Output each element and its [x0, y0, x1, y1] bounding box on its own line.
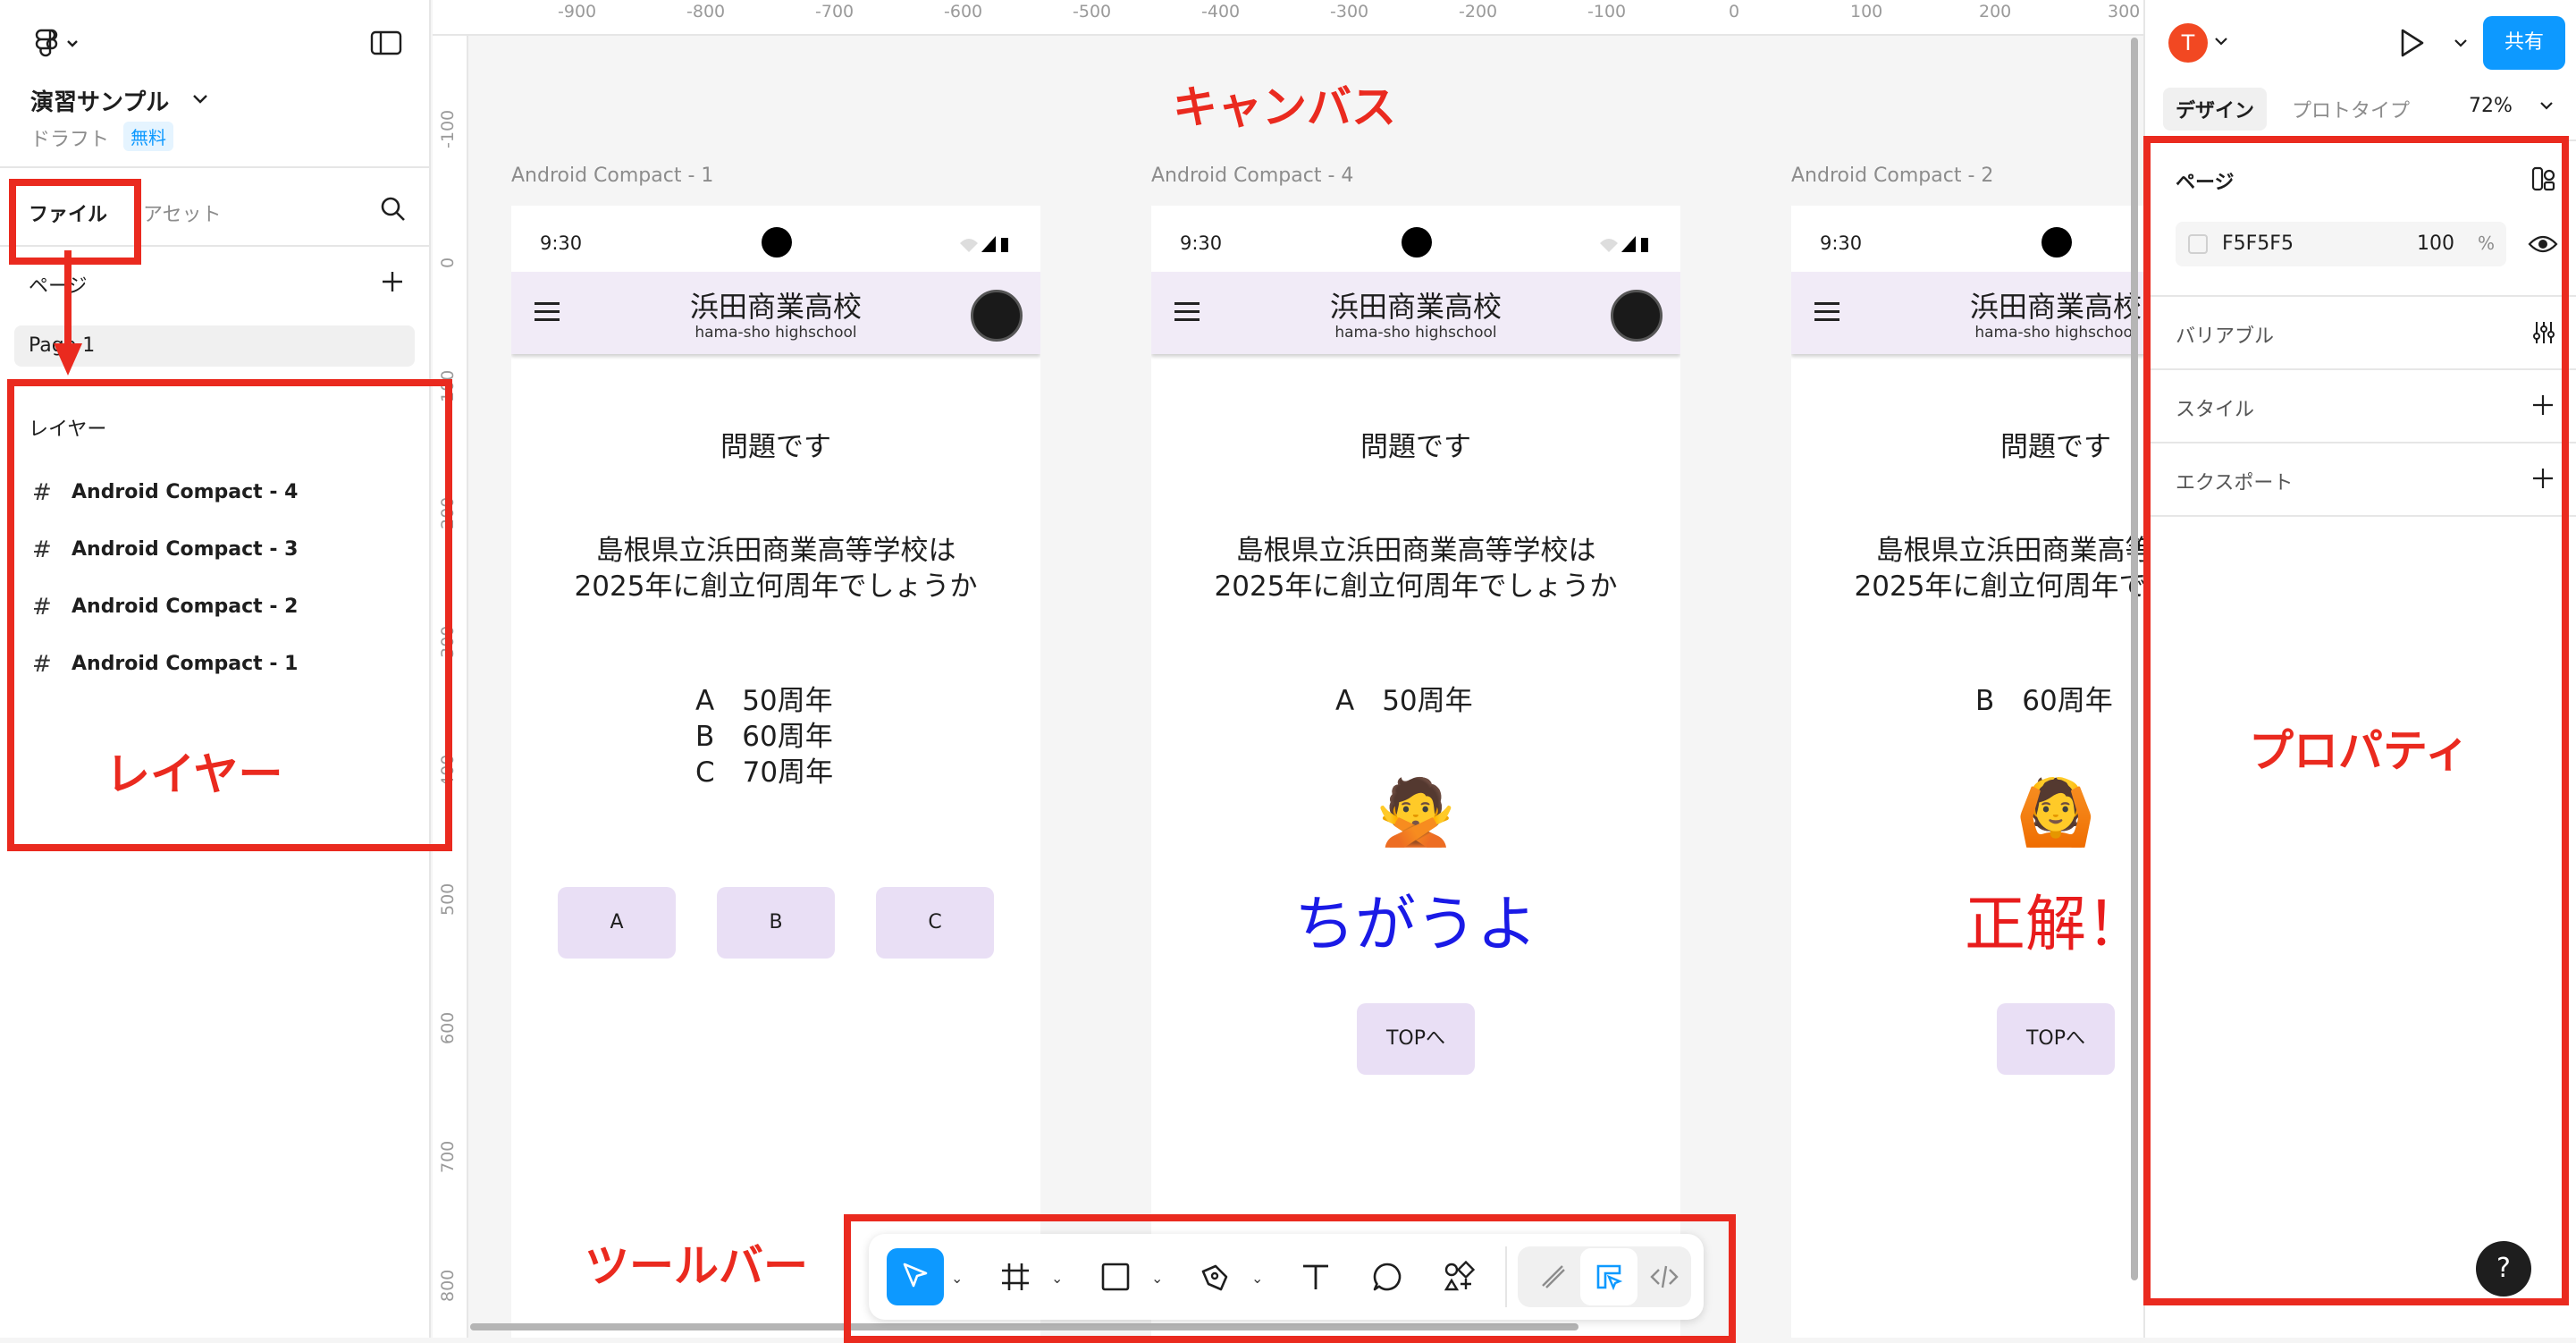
- ruler-tick: 300: [2108, 2, 2141, 21]
- app-bar: 浜田商業高校 hama-sho highschool: [1791, 272, 2143, 354]
- choice-text: B 60周年: [1975, 685, 2113, 717]
- question-line: 島根県立浜田商業高等学校は: [595, 535, 956, 567]
- question-line: 島根県立浜田商業高等学校は: [1875, 535, 2144, 567]
- status-bar: 9:30: [1791, 206, 2143, 272]
- ruler-tick: -100: [438, 109, 458, 148]
- ruler-tick: 0: [1729, 2, 1740, 21]
- ruler-tick: 700: [438, 1140, 458, 1173]
- choice-text: A 50周年: [695, 685, 833, 717]
- ruler-tick: 200: [1979, 2, 2012, 21]
- draft-label: ドラフト: [30, 129, 110, 151]
- tab-design[interactable]: デザイン: [2163, 88, 2268, 131]
- question-line: 2025年に創立何周年でしょうか: [1214, 570, 1618, 603]
- figma-logo-icon[interactable]: [30, 25, 84, 61]
- canvas[interactable]: Android Compact - 1 9:30 浜田商業高校 hama-sho…: [470, 38, 2143, 1338]
- question-line: 島根県立浜田商業高等学校は: [1235, 535, 1596, 567]
- status-time: 9:30: [1820, 232, 1863, 254]
- ruler-tick: 100: [1850, 2, 1883, 21]
- signal-battery-icon: [960, 236, 1008, 252]
- result-text: ちがうよ: [1293, 890, 1537, 960]
- choice-text: A 50周年: [1335, 685, 1473, 717]
- result-emoji: 🙅: [1376, 774, 1456, 849]
- tab-assets[interactable]: アセット: [143, 198, 222, 227]
- ruler-tick: 500: [438, 883, 458, 916]
- chevron-down-icon[interactable]: [2213, 36, 2229, 48]
- ruler-tick: -700: [815, 2, 854, 21]
- avatar[interactable]: T: [2168, 23, 2208, 63]
- horizontal-ruler: -900 -800 -700 -600 -500 -400 -300 -200 …: [433, 0, 2143, 36]
- question-line: 2025年に創立何周年でしょうか: [574, 570, 978, 603]
- app-subtitle: hama-sho highschool: [1974, 324, 2137, 342]
- camera-cutout: [2041, 227, 2072, 258]
- ruler-tick: -900: [558, 2, 597, 21]
- file-title[interactable]: 演習サンプル: [30, 84, 169, 117]
- answer-button-b[interactable]: B: [717, 887, 835, 959]
- annotation-toolbar-label: ツールバー: [585, 1240, 808, 1292]
- question-line: 2025年に創立何周年でしょうか: [1854, 570, 2143, 603]
- question-title: 問題です: [720, 431, 831, 463]
- ruler-tick: -500: [1073, 2, 1112, 21]
- answer-button-c[interactable]: C: [876, 887, 994, 959]
- app-title: 浜田商業高校: [689, 290, 862, 324]
- result-emoji: 🙆: [2016, 774, 2096, 849]
- school-emblem-icon: [971, 290, 1023, 342]
- ruler-tick: -200: [1459, 2, 1498, 21]
- annotation-layers-label: レイヤー: [105, 748, 283, 800]
- chevron-down-icon[interactable]: [191, 93, 209, 106]
- ruler-tick: -300: [1330, 2, 1369, 21]
- ruler-tick: 600: [438, 1011, 458, 1044]
- sidebar-toggle-icon[interactable]: [368, 27, 404, 59]
- add-page-icon[interactable]: [379, 268, 406, 295]
- chevron-down-icon[interactable]: [2453, 38, 2469, 50]
- zoom-level[interactable]: 72%: [2469, 95, 2513, 117]
- phone-frame[interactable]: 9:30 浜田商業高校 hama-sho highschool 問題です 島根県…: [1791, 206, 2143, 1338]
- camera-cutout: [762, 227, 792, 258]
- app-bar: 浜田商業高校 hama-sho highschool: [1151, 272, 1680, 354]
- app-subtitle: hama-sho highschool: [695, 324, 857, 342]
- tab-prototype[interactable]: プロトタイプ: [2292, 95, 2410, 123]
- search-icon[interactable]: [379, 195, 408, 224]
- status-bar: 9:30: [1151, 206, 1680, 272]
- choice-text: C 70周年: [695, 756, 834, 789]
- ruler-tick: 0: [438, 257, 458, 268]
- ruler-tick: -400: [1201, 2, 1241, 21]
- annotation-arrow: [54, 250, 82, 377]
- chevron-down-icon[interactable]: [2538, 100, 2555, 113]
- answer-button-a[interactable]: A: [558, 887, 676, 959]
- question-title: 問題です: [1360, 431, 1471, 463]
- frame-label[interactable]: Android Compact - 2: [1791, 165, 1993, 187]
- camera-cutout: [1402, 227, 1432, 258]
- status-bar: 9:30: [511, 206, 1040, 272]
- ruler-tick: -100: [1587, 2, 1627, 21]
- choice-text: B 60周年: [695, 721, 833, 753]
- status-time: 9:30: [1180, 232, 1223, 254]
- top-button[interactable]: TOPへ: [1357, 1003, 1475, 1075]
- frame-label[interactable]: Android Compact - 1: [511, 165, 713, 187]
- app-title: 浜田商業高校: [1329, 290, 1502, 324]
- ruler-tick: -600: [944, 2, 983, 21]
- vertical-scrollbar[interactable]: [2131, 38, 2138, 1280]
- top-button[interactable]: TOPへ: [1997, 1003, 2115, 1075]
- annotation-properties-label: プロパティ: [2249, 725, 2470, 777]
- signal-battery-icon: [1600, 236, 1648, 252]
- status-time: 9:30: [540, 232, 583, 254]
- app-bar: 浜田商業高校 hama-sho highschool: [511, 272, 1040, 354]
- frame-label[interactable]: Android Compact - 4: [1151, 165, 1353, 187]
- phone-frame[interactable]: 9:30 浜田商業高校 hama-sho highschool 問題です 島根県…: [1151, 206, 1680, 1338]
- ruler-tick: -800: [686, 2, 726, 21]
- school-emblem-icon: [1611, 290, 1663, 342]
- result-text: 正解！: [1964, 890, 2143, 960]
- question-title: 問題です: [2000, 431, 2111, 463]
- phone-frame[interactable]: 9:30 浜田商業高校 hama-sho highschool 問題です 島根県…: [511, 206, 1040, 1338]
- play-icon[interactable]: [2395, 27, 2428, 59]
- share-button[interactable]: 共有: [2483, 16, 2565, 70]
- app-title: 浜田商業高校: [1969, 290, 2142, 324]
- annotation-canvas-label: キャンバス: [1173, 81, 1396, 133]
- app-subtitle: hama-sho highschool: [1334, 324, 1497, 342]
- plan-badge: 無料: [123, 122, 173, 151]
- annotation-toolbar-box: [844, 1214, 1736, 1343]
- ruler-tick: 800: [438, 1269, 458, 1302]
